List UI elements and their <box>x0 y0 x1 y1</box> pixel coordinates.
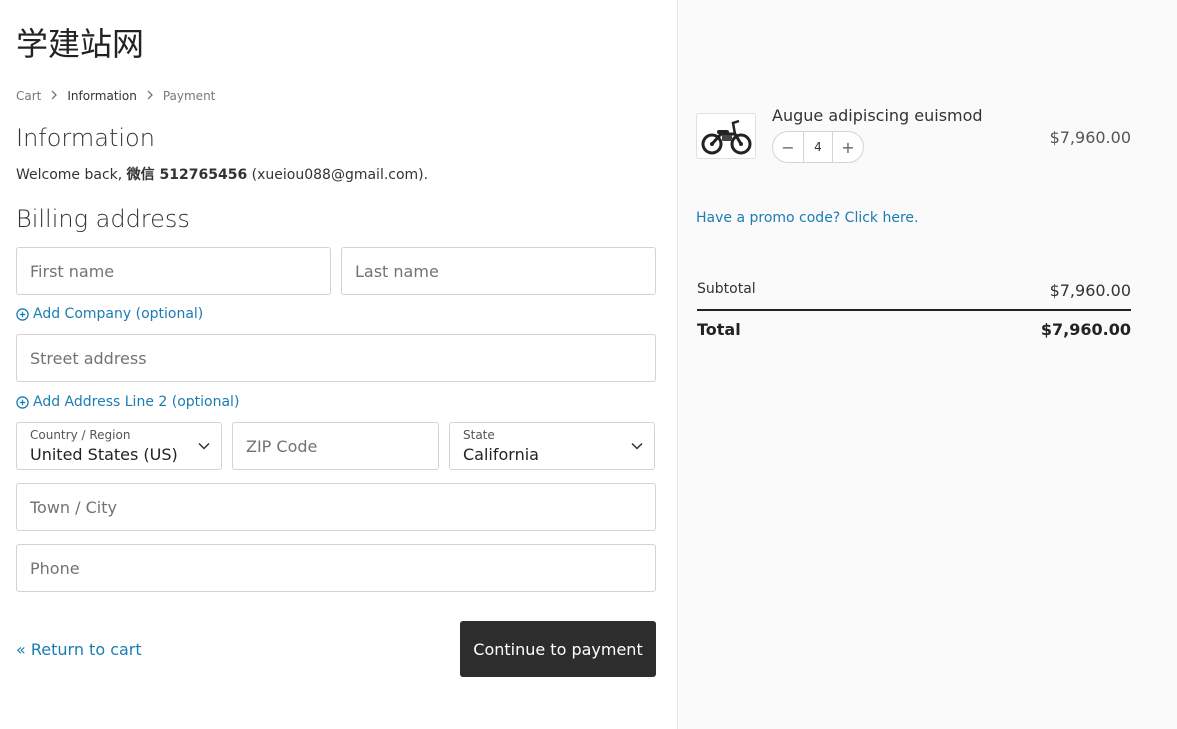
total-row: Total $7,960.00 <box>697 320 1131 339</box>
summary-divider <box>697 309 1131 311</box>
promo-code-link[interactable]: Have a promo code? Click here. <box>696 210 919 226</box>
country-label: Country / Region <box>30 428 131 442</box>
site-logo[interactable]: 学建站网 <box>16 19 144 65</box>
increment-button[interactable]: + <box>833 132 863 162</box>
information-heading: Information <box>16 124 155 152</box>
circle-plus-icon <box>16 307 29 321</box>
return-to-cart-link[interactable]: « Return to cart <box>16 640 142 659</box>
state-select[interactable]: State California <box>449 422 655 470</box>
town-city-field[interactable]: Town / City <box>16 483 656 531</box>
welcome-message: Welcome back, 微信 512765456 (xueiou088@gm… <box>16 164 428 184</box>
breadcrumb-cart[interactable]: Cart <box>16 89 41 103</box>
breadcrumb-payment: Payment <box>162 89 216 103</box>
subtotal-value: $7,960.00 <box>1049 281 1131 300</box>
last-name-placeholder: Last name <box>355 262 439 281</box>
user-email: (xueiou088@gmail.com). <box>247 167 429 183</box>
user-name: 微信 512765456 <box>126 167 248 183</box>
first-name-field[interactable]: First name <box>16 247 331 295</box>
product-name: Augue adipiscing euismod <box>772 106 983 125</box>
order-summary-panel: Augue adipiscing euismod − 4 + $7,960.00… <box>677 0 1177 729</box>
add-address-line2-label: Add Address Line 2 (optional) <box>33 394 240 410</box>
billing-address-heading: Billing address <box>16 205 190 233</box>
zip-code-placeholder: ZIP Code <box>246 437 318 456</box>
total-label: Total <box>697 320 741 339</box>
subtotal-label: Subtotal <box>697 281 756 297</box>
breadcrumb: Cart Information Payment <box>16 89 215 103</box>
chevron-down-icon <box>198 442 210 450</box>
quantity-value[interactable]: 4 <box>803 132 833 162</box>
welcome-prefix: Welcome back, <box>16 167 127 183</box>
total-value: $7,960.00 <box>1040 320 1131 339</box>
town-city-placeholder: Town / City <box>30 498 117 517</box>
continue-to-payment-button[interactable]: Continue to payment <box>460 621 656 677</box>
chevron-right-icon <box>146 89 154 103</box>
country-value: United States (US) <box>30 445 178 464</box>
chevron-right-icon <box>50 89 58 103</box>
state-value: California <box>463 445 539 464</box>
breadcrumb-information: Information <box>67 89 137 103</box>
country-select[interactable]: Country / Region United States (US) <box>16 422 222 470</box>
quantity-stepper: − 4 + <box>772 131 864 163</box>
zip-code-field[interactable]: ZIP Code <box>232 422 439 470</box>
state-label: State <box>463 428 495 442</box>
balance-bike-image <box>701 119 752 155</box>
decrement-button[interactable]: − <box>773 132 803 162</box>
street-address-placeholder: Street address <box>30 349 147 368</box>
phone-placeholder: Phone <box>30 559 80 578</box>
circle-plus-icon <box>16 395 29 409</box>
product-price: $7,960.00 <box>1049 128 1131 147</box>
add-company-label: Add Company (optional) <box>33 306 204 322</box>
last-name-field[interactable]: Last name <box>341 247 656 295</box>
add-address-line2-link[interactable]: Add Address Line 2 (optional) <box>16 394 239 410</box>
first-name-placeholder: First name <box>30 262 115 281</box>
product-thumbnail <box>696 113 756 159</box>
checkout-form-panel: 学建站网 Cart Information Payment Informatio… <box>0 0 677 729</box>
add-company-link[interactable]: Add Company (optional) <box>16 306 203 322</box>
chevron-down-icon <box>631 442 643 450</box>
subtotal-row: Subtotal $7,960.00 <box>697 281 1131 300</box>
phone-field[interactable]: Phone <box>16 544 656 592</box>
street-address-field[interactable]: Street address <box>16 334 656 382</box>
